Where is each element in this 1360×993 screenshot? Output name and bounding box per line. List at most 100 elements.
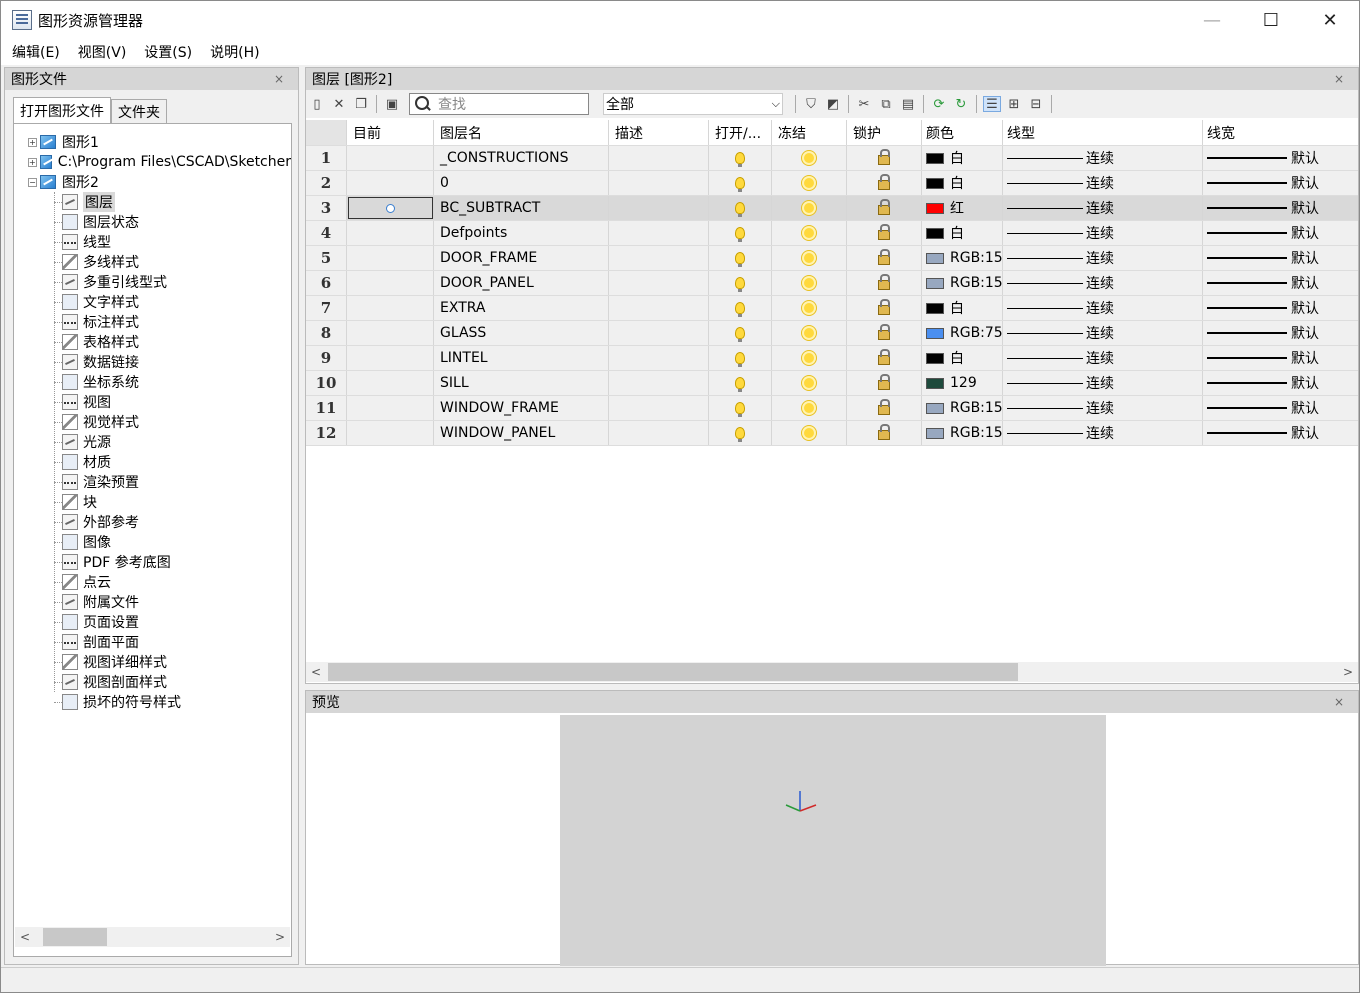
lightbulb-icon[interactable] <box>735 327 745 342</box>
layer-current-cell[interactable] <box>347 346 434 370</box>
layer-lock-cell[interactable] <box>847 246 922 270</box>
invert-filter-icon[interactable]: ◩ <box>824 96 842 112</box>
layer-description-cell[interactable] <box>609 196 709 220</box>
layer-name-cell[interactable]: BC_SUBTRACT <box>434 196 609 220</box>
tree-item[interactable]: 附属文件 <box>14 592 291 612</box>
tree-item[interactable]: 材质 <box>14 452 291 472</box>
menu-edit[interactable]: 编辑(E) <box>1 42 69 62</box>
layer-linetype-cell[interactable]: 连续 <box>1003 246 1203 270</box>
layer-lineweight-cell[interactable]: 默认 <box>1203 396 1358 420</box>
layer-on-cell[interactable] <box>709 296 772 320</box>
layer-lineweight-cell[interactable]: 默认 <box>1203 196 1358 220</box>
tree-item[interactable]: 表格样式 <box>14 332 291 352</box>
layer-current-cell[interactable] <box>347 271 434 295</box>
details-view-icon[interactable]: ☰ <box>983 96 1001 112</box>
copy-icon[interactable]: ⧉ <box>877 96 895 112</box>
lightbulb-icon[interactable] <box>735 252 745 267</box>
layer-on-cell[interactable] <box>709 396 772 420</box>
tree-item[interactable]: 视觉样式 <box>14 412 291 432</box>
layer-name-cell[interactable]: DOOR_PANEL <box>434 271 609 295</box>
column-header-current[interactable]: 目前 <box>347 120 434 145</box>
tab-folders[interactable]: 文件夹 <box>111 99 167 123</box>
layer-name-cell[interactable]: LINTEL <box>434 346 609 370</box>
layer-description-cell[interactable] <box>609 246 709 270</box>
tree-item[interactable]: 剖面平面 <box>14 632 291 652</box>
refresh-icon[interactable]: ↻ <box>952 96 970 112</box>
set-current-icon[interactable]: ▣ <box>383 96 401 112</box>
unlock-icon[interactable] <box>878 224 890 240</box>
tree-item[interactable]: 图层状态 <box>14 212 291 232</box>
layer-linetype-cell[interactable]: 连续 <box>1003 396 1203 420</box>
layer-row[interactable]: 10 SILL 129 连续 默认 <box>306 371 1358 396</box>
grid-horizontal-scrollbar[interactable]: < > <box>306 662 1358 682</box>
layer-row[interactable]: 1 _CONSTRUCTIONS 白 连续 默认 <box>306 146 1358 171</box>
tree-horizontal-scrollbar[interactable]: < > <box>15 927 290 947</box>
layer-freeze-cell[interactable] <box>772 396 847 420</box>
layer-color-cell[interactable]: 白 <box>922 346 1003 370</box>
layer-on-cell[interactable] <box>709 271 772 295</box>
layer-name-cell[interactable]: EXTRA <box>434 296 609 320</box>
layer-description-cell[interactable] <box>609 221 709 245</box>
layer-lock-cell[interactable] <box>847 171 922 195</box>
layer-on-cell[interactable] <box>709 346 772 370</box>
layer-linetype-cell[interactable]: 连续 <box>1003 421 1203 445</box>
layer-row[interactable]: 12 WINDOW_PANEL RGB:152 连续 默认 <box>306 421 1358 446</box>
layer-current-cell[interactable] <box>347 221 434 245</box>
tree-drawing-node[interactable]: − 图形2 <box>14 172 291 192</box>
delete-icon[interactable]: ✕ <box>330 96 348 112</box>
layer-lock-cell[interactable] <box>847 346 922 370</box>
layer-lock-cell[interactable] <box>847 296 922 320</box>
layer-lock-cell[interactable] <box>847 196 922 220</box>
layer-row[interactable]: 11 WINDOW_FRAME RGB:152 连续 默认 <box>306 396 1358 421</box>
column-header-linetype[interactable]: 线型 <box>1003 120 1203 145</box>
sun-icon[interactable] <box>804 228 814 238</box>
layer-description-cell[interactable] <box>609 396 709 420</box>
layer-on-cell[interactable] <box>709 146 772 170</box>
layer-lineweight-cell[interactable]: 默认 <box>1203 221 1358 245</box>
layer-freeze-cell[interactable] <box>772 271 847 295</box>
tree-item[interactable]: 损坏的符号样式 <box>14 692 291 712</box>
lightbulb-icon[interactable] <box>735 227 745 242</box>
unlock-icon[interactable] <box>878 249 890 265</box>
tree-item[interactable]: 坐标系统 <box>14 372 291 392</box>
layer-description-cell[interactable] <box>609 171 709 195</box>
layer-lineweight-cell[interactable]: 默认 <box>1203 296 1358 320</box>
layer-color-cell[interactable]: 白 <box>922 296 1003 320</box>
layer-freeze-cell[interactable] <box>772 421 847 445</box>
layer-on-cell[interactable] <box>709 246 772 270</box>
lightbulb-icon[interactable] <box>735 177 745 192</box>
unlock-icon[interactable] <box>878 149 890 165</box>
sun-icon[interactable] <box>804 353 814 363</box>
scroll-right-arrow-icon[interactable]: > <box>270 930 290 944</box>
tree-item[interactable]: 线型 <box>14 232 291 252</box>
menu-help[interactable]: 说明(H) <box>201 42 268 62</box>
unlock-icon[interactable] <box>878 324 890 340</box>
layer-description-cell[interactable] <box>609 421 709 445</box>
tree-item[interactable]: 图层 <box>14 192 291 212</box>
scroll-track[interactable] <box>35 928 270 946</box>
column-header-description[interactable]: 描述 <box>609 120 709 145</box>
layer-lock-cell[interactable] <box>847 146 922 170</box>
layer-on-cell[interactable] <box>709 171 772 195</box>
scroll-left-arrow-icon[interactable]: < <box>306 665 326 679</box>
icons-view-icon[interactable]: ⊞ <box>1005 96 1023 112</box>
lightbulb-icon[interactable] <box>735 202 745 217</box>
layer-color-cell[interactable]: 129 <box>922 371 1003 395</box>
unlock-icon[interactable] <box>878 374 890 390</box>
unlock-icon[interactable] <box>878 199 890 215</box>
layer-name-cell[interactable]: WINDOW_PANEL <box>434 421 609 445</box>
layer-freeze-cell[interactable] <box>772 146 847 170</box>
layer-lock-cell[interactable] <box>847 271 922 295</box>
layer-lineweight-cell[interactable]: 默认 <box>1203 246 1358 270</box>
expander-icon[interactable]: − <box>28 177 37 187</box>
tree-item[interactable]: 图像 <box>14 532 291 552</box>
menu-view[interactable]: 视图(V) <box>69 42 136 62</box>
layer-freeze-cell[interactable] <box>772 371 847 395</box>
preview-close-button[interactable]: × <box>1334 695 1344 709</box>
layer-row[interactable]: 2 0 白 连续 默认 <box>306 171 1358 196</box>
tree-item[interactable]: 块 <box>14 492 291 512</box>
sun-icon[interactable] <box>804 328 814 338</box>
layer-linetype-cell[interactable]: 连续 <box>1003 196 1203 220</box>
layer-name-cell[interactable]: Defpoints <box>434 221 609 245</box>
layer-color-cell[interactable]: RGB:152 <box>922 396 1003 420</box>
